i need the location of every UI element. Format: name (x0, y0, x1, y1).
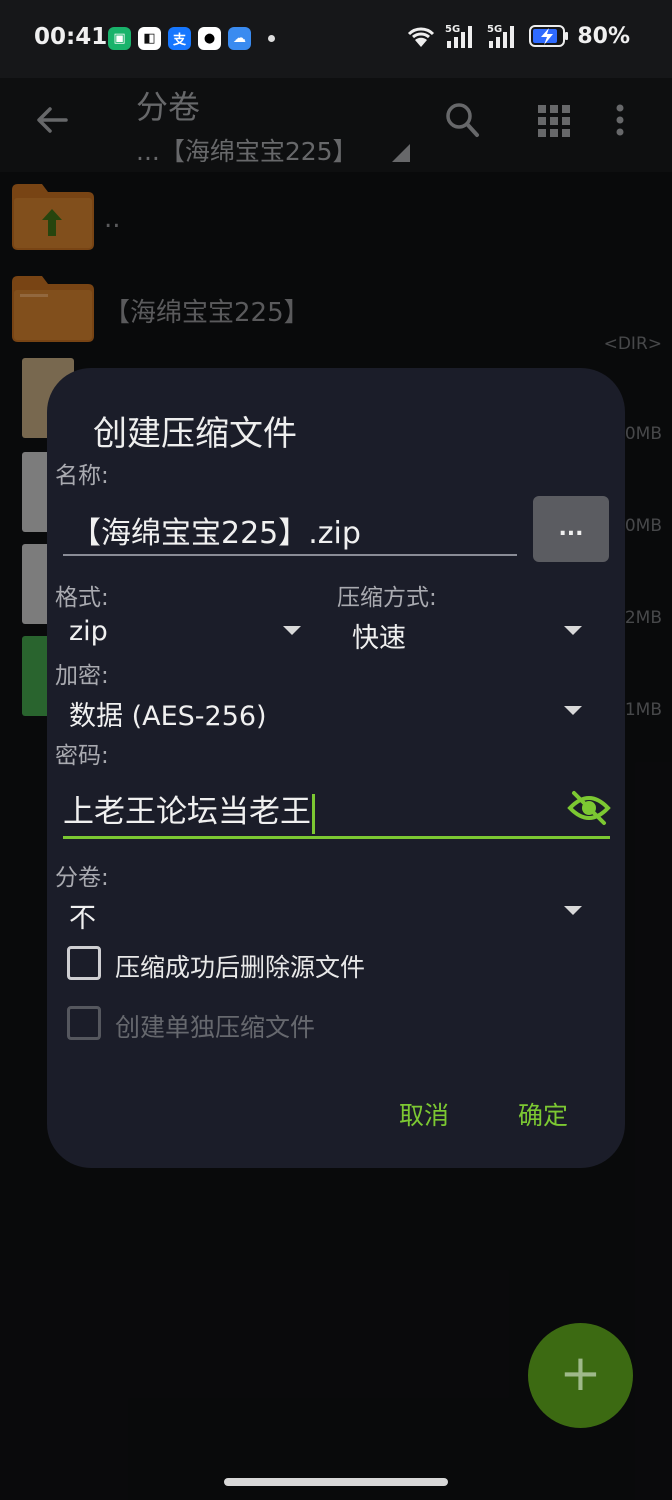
compression-method-label: 压缩方式: (337, 585, 437, 611)
format-dropdown-icon[interactable] (283, 626, 301, 635)
encryption-dropdown-icon[interactable] (564, 706, 582, 715)
qq-icon: ● (198, 27, 221, 50)
create-archive-dialog: 创建压缩文件 名称: 【海绵宝宝225】.zip ... 格式: zip 压缩方… (47, 368, 625, 1168)
name-label: 名称: (55, 463, 109, 489)
split-select[interactable]: 不 (69, 896, 96, 935)
name-underline (63, 554, 517, 556)
wifi-icon (408, 27, 435, 47)
compression-method-select[interactable]: 快速 (352, 616, 406, 655)
svg-text:5G: 5G (487, 24, 502, 35)
battery-percent: 80% (577, 23, 630, 49)
signal-icon: 5G (487, 24, 515, 48)
status-time: 00:41 (34, 24, 108, 50)
more-notifications-dot (268, 35, 275, 42)
battery-charging-icon (529, 25, 569, 47)
method-dropdown-icon[interactable] (564, 626, 582, 635)
ok-button[interactable]: 确定 (518, 1096, 568, 1132)
separate-archive-checkbox (67, 1006, 101, 1040)
alipay-icon: 支 (168, 27, 191, 50)
format-label: 格式: (55, 585, 109, 611)
svg-text:5G: 5G (445, 24, 460, 35)
encryption-label: 加密: (55, 663, 109, 689)
password-input[interactable]: 上老王论坛当老王 (63, 786, 315, 834)
encryption-select[interactable]: 数据 (AES-256) (69, 694, 267, 733)
password-label: 密码: (55, 743, 109, 769)
notification-icons: ▣ ◧ 支 ● ☁ (108, 27, 275, 50)
weather-icon: ☁ (228, 27, 251, 50)
format-select[interactable]: zip (69, 616, 108, 647)
separate-archive-label: 创建单独压缩文件 (115, 1013, 316, 1042)
text-cursor (312, 793, 315, 834)
password-text: 上老王论坛当老王 (63, 794, 311, 830)
signal-icon: 5G (445, 24, 473, 48)
cancel-button[interactable]: 取消 (399, 1096, 449, 1132)
split-dropdown-icon[interactable] (564, 906, 582, 915)
app-root: 00:41 ▣ ◧ 支 ● ☁ 5G 5G 80% 分卷 ...【海绵宝宝225… (0, 0, 672, 1500)
delete-source-checkbox[interactable] (67, 946, 101, 980)
archive-name-input[interactable]: 【海绵宝宝225】.zip (71, 508, 361, 552)
add-fab-button[interactable]: + (528, 1323, 633, 1428)
delete-source-label[interactable]: 压缩成功后删除源文件 (115, 948, 365, 984)
app-notification-icon: ◧ (138, 27, 161, 50)
status-right: 5G 5G 80% (405, 22, 630, 50)
dialog-title: 创建压缩文件 (93, 414, 297, 454)
status-bar: 00:41 ▣ ◧ 支 ● ☁ 5G 5G 80% (0, 0, 672, 78)
app-notification-icon: ▣ (108, 27, 131, 50)
split-label: 分卷: (55, 865, 109, 891)
gesture-nav-bar[interactable] (224, 1478, 448, 1486)
password-underline (63, 836, 610, 839)
visibility-off-icon[interactable] (567, 790, 611, 826)
browse-button[interactable]: ... (533, 496, 609, 562)
